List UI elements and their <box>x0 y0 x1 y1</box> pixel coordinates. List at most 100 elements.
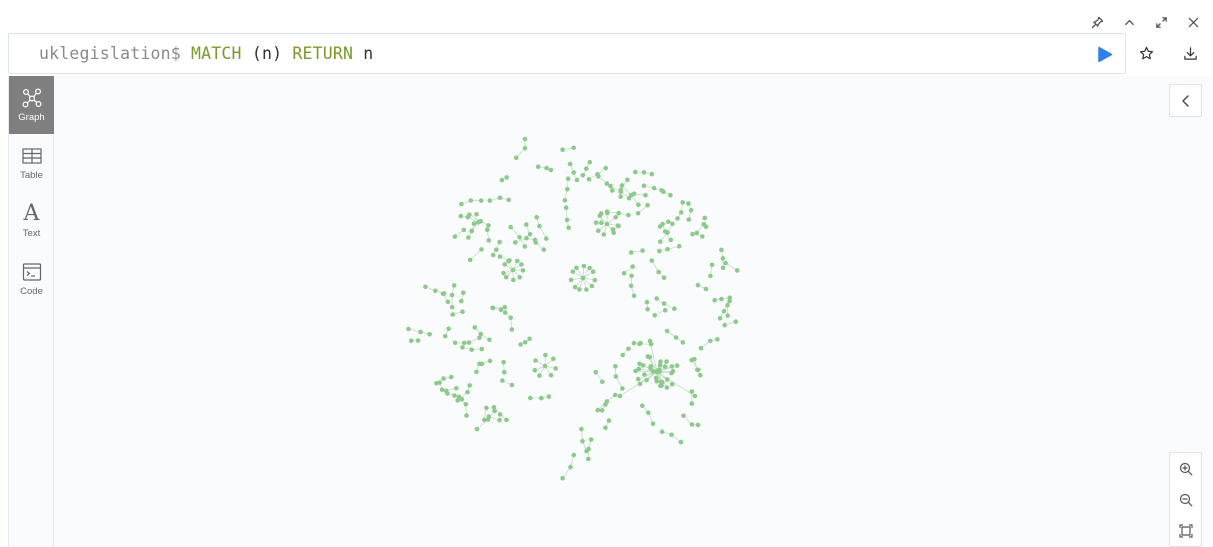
graph-node[interactable] <box>628 283 634 289</box>
graph-node[interactable] <box>645 202 650 208</box>
graph-node[interactable] <box>613 363 618 369</box>
graph-node[interactable] <box>477 219 483 224</box>
graph-node[interactable] <box>686 217 692 222</box>
graph-node[interactable] <box>606 418 612 423</box>
graph-node[interactable] <box>477 361 482 367</box>
graph-node[interactable] <box>618 189 623 195</box>
graph-node[interactable] <box>720 256 726 261</box>
graph-node[interactable] <box>551 356 556 362</box>
graph-node[interactable] <box>574 265 579 271</box>
graph-node[interactable] <box>631 340 637 346</box>
graph-node[interactable] <box>657 224 663 229</box>
graph-node[interactable] <box>589 283 595 289</box>
graph-node[interactable] <box>708 338 713 344</box>
graph-node[interactable] <box>462 340 467 346</box>
graph-node[interactable] <box>661 275 667 280</box>
graph-node[interactable] <box>433 288 438 294</box>
graph-node[interactable] <box>668 192 673 198</box>
graph-node[interactable] <box>690 231 695 237</box>
toggle-inspector-button[interactable] <box>1169 84 1202 117</box>
graph-node[interactable] <box>567 161 573 167</box>
graph-node[interactable] <box>725 313 730 318</box>
favorite-button[interactable] <box>1137 44 1155 62</box>
graph-node[interactable] <box>446 326 452 332</box>
graph-node[interactable] <box>459 298 464 304</box>
graph-node[interactable] <box>477 335 482 341</box>
graph-node[interactable] <box>508 315 513 320</box>
graph-node[interactable] <box>463 402 469 407</box>
graph-node[interactable] <box>474 426 480 432</box>
graph-node[interactable] <box>459 201 464 207</box>
close-icon[interactable] <box>1183 12 1203 32</box>
graph-node[interactable] <box>544 236 549 241</box>
graph-node[interactable] <box>733 319 738 324</box>
graph-node[interactable] <box>709 262 715 268</box>
graph-node[interactable] <box>587 265 592 271</box>
graph-node[interactable] <box>637 341 642 347</box>
graph-node[interactable] <box>664 385 670 390</box>
graph-node[interactable] <box>467 257 473 263</box>
graph-node[interactable] <box>466 235 471 240</box>
graph-node[interactable] <box>535 164 541 169</box>
graph-node[interactable] <box>664 359 669 364</box>
graph-node[interactable] <box>456 394 462 400</box>
graph-node[interactable] <box>584 448 589 454</box>
graph-node[interactable] <box>534 215 539 220</box>
graph-node[interactable] <box>574 177 580 183</box>
graph-node[interactable] <box>675 216 680 221</box>
graph-node[interactable] <box>608 183 613 189</box>
graph-node[interactable] <box>439 387 445 393</box>
graph-node[interactable] <box>498 307 504 313</box>
graph-node[interactable] <box>617 393 623 399</box>
graph-node[interactable] <box>497 195 503 201</box>
graph-node[interactable] <box>702 215 707 221</box>
graph-node[interactable] <box>509 382 515 388</box>
graph-node[interactable] <box>588 437 594 442</box>
graph-node[interactable] <box>539 395 544 401</box>
graph-node[interactable] <box>695 367 701 373</box>
graph-node[interactable] <box>553 366 558 371</box>
graph-node[interactable] <box>487 337 492 343</box>
graph-node[interactable] <box>635 211 641 216</box>
graph-node[interactable] <box>565 176 571 181</box>
graph-node[interactable] <box>708 273 713 279</box>
graph-node[interactable] <box>590 269 596 274</box>
graph-node[interactable] <box>633 169 638 175</box>
graph-node[interactable] <box>672 306 677 311</box>
graph-node[interactable] <box>695 282 701 288</box>
graph-node[interactable] <box>527 232 533 237</box>
graph-node[interactable] <box>719 296 724 302</box>
graph-node[interactable] <box>593 220 599 225</box>
graph-visualization[interactable] <box>55 76 1213 547</box>
graph-node[interactable] <box>661 189 666 194</box>
graph-node[interactable] <box>676 243 682 249</box>
graph-node[interactable] <box>519 262 524 267</box>
graph-node[interactable] <box>511 277 516 283</box>
graph-node[interactable] <box>605 210 610 216</box>
graph-node[interactable] <box>654 296 659 301</box>
graph-node[interactable] <box>640 363 646 368</box>
graph-node[interactable] <box>630 264 635 269</box>
graph-node[interactable] <box>596 228 601 233</box>
graph-node[interactable] <box>504 175 510 180</box>
graph-node[interactable] <box>600 379 605 385</box>
graph-node[interactable] <box>437 380 442 385</box>
graph-node[interactable] <box>466 340 472 345</box>
graph-node[interactable] <box>680 340 686 345</box>
graph-node[interactable] <box>517 235 522 240</box>
graph-node[interactable] <box>658 239 663 244</box>
graph-node[interactable] <box>427 332 432 337</box>
graph-node[interactable] <box>721 308 727 314</box>
graph-node[interactable] <box>482 417 487 423</box>
graph-node[interactable] <box>642 372 647 377</box>
expand-icon[interactable] <box>1151 12 1171 32</box>
graph-node[interactable] <box>658 380 664 385</box>
graph-node[interactable] <box>712 297 717 303</box>
graph-node[interactable] <box>640 403 645 409</box>
graph-node[interactable] <box>448 374 454 380</box>
graph-node[interactable] <box>698 345 704 351</box>
graph-node[interactable] <box>703 224 709 229</box>
graph-node[interactable] <box>637 381 643 387</box>
graph-node[interactable] <box>628 250 634 255</box>
graph-node[interactable] <box>532 367 538 373</box>
